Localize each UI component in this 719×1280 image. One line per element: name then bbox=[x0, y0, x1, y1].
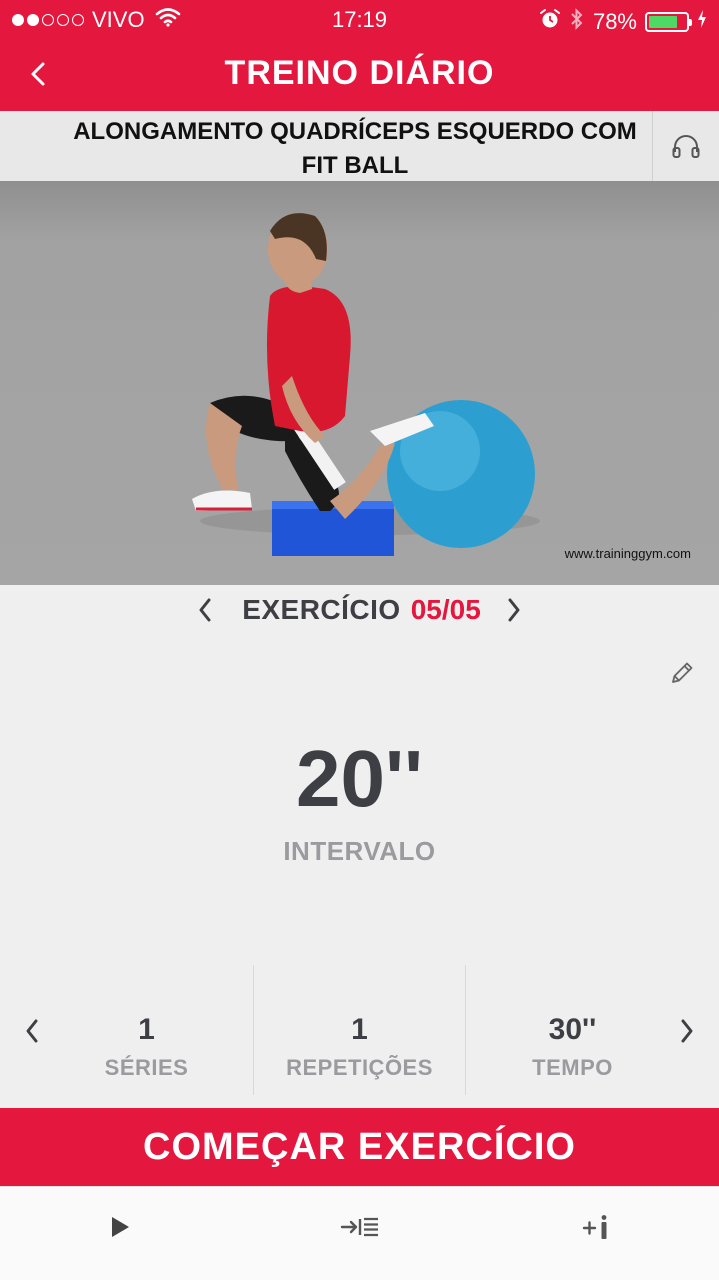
bluetooth-icon bbox=[569, 7, 585, 37]
stat-value: 30'' bbox=[548, 1013, 597, 1046]
headphones-icon bbox=[672, 135, 700, 158]
stat-repetitions: 1 REPETIÇÕES bbox=[253, 965, 466, 1095]
previous-exercise-button[interactable] bbox=[190, 590, 220, 630]
exercise-navigation: EXERCÍCIO 05/05 bbox=[0, 585, 719, 635]
indent-list-icon bbox=[340, 1217, 378, 1237]
chevron-left-icon bbox=[199, 598, 211, 622]
stat-value: 1 bbox=[351, 1013, 368, 1046]
bottom-toolbar bbox=[0, 1186, 719, 1280]
charging-icon bbox=[697, 9, 707, 35]
exercise-label: EXERCÍCIO bbox=[242, 594, 401, 625]
stat-label: SÉRIES bbox=[104, 1055, 189, 1080]
audio-button[interactable] bbox=[652, 111, 719, 181]
status-right: 78% bbox=[539, 7, 707, 37]
watermark: www.traininggym.com bbox=[564, 546, 691, 561]
chevron-right-icon bbox=[508, 598, 520, 622]
exercise-stats: 1 SÉRIES 1 REPETIÇÕES 30'' TEMPO bbox=[0, 965, 719, 1095]
stat-label: TEMPO bbox=[532, 1055, 613, 1080]
chevron-right-icon bbox=[681, 1019, 693, 1043]
battery-percent: 78% bbox=[592, 9, 637, 34]
interval-value: 20'' bbox=[295, 734, 424, 823]
play-button[interactable] bbox=[90, 1205, 150, 1249]
stat-value: 1 bbox=[138, 1013, 155, 1046]
exercise-title: ALONGAMENTO QUADRÍCEPS ESQUERDO COM FIT … bbox=[73, 118, 637, 179]
exercise-figure bbox=[192, 213, 540, 556]
pencil-icon bbox=[672, 662, 693, 683]
add-info-button[interactable] bbox=[567, 1205, 627, 1249]
next-exercise-button[interactable] bbox=[499, 590, 529, 630]
status-bar: VIVO 17:19 78% bbox=[0, 0, 719, 40]
exercise-count: 05/05 bbox=[410, 594, 481, 625]
battery-icon bbox=[645, 12, 692, 32]
interval-label: INTERVALO bbox=[283, 836, 436, 866]
nav-bar: TREINO DIÁRIO bbox=[0, 40, 719, 111]
stat-label: REPETIÇÕES bbox=[286, 1055, 433, 1080]
battery-level bbox=[649, 16, 678, 28]
play-icon bbox=[112, 1217, 129, 1237]
header: VIVO 17:19 78% TREINO DIÁRIO bbox=[0, 0, 719, 111]
plus-info-icon bbox=[582, 1215, 607, 1239]
exercise-title-bar: ALONGAMENTO QUADRÍCEPS ESQUERDO COM FIT … bbox=[0, 111, 719, 181]
exercise-list-button[interactable] bbox=[330, 1205, 390, 1249]
stat-time: 30'' TEMPO bbox=[466, 965, 679, 1095]
edit-button[interactable] bbox=[664, 655, 700, 691]
exercise-illustration: www.traininggym.com bbox=[0, 181, 719, 585]
stats-next-button[interactable] bbox=[669, 1013, 705, 1049]
stat-series: 1 SÉRIES bbox=[40, 965, 253, 1095]
start-exercise-button[interactable]: COMEÇAR EXERCÍCIO bbox=[0, 1108, 719, 1186]
page-title: TREINO DIÁRIO bbox=[224, 54, 495, 92]
alarm-icon bbox=[539, 8, 561, 36]
chevron-left-icon bbox=[26, 1019, 38, 1043]
